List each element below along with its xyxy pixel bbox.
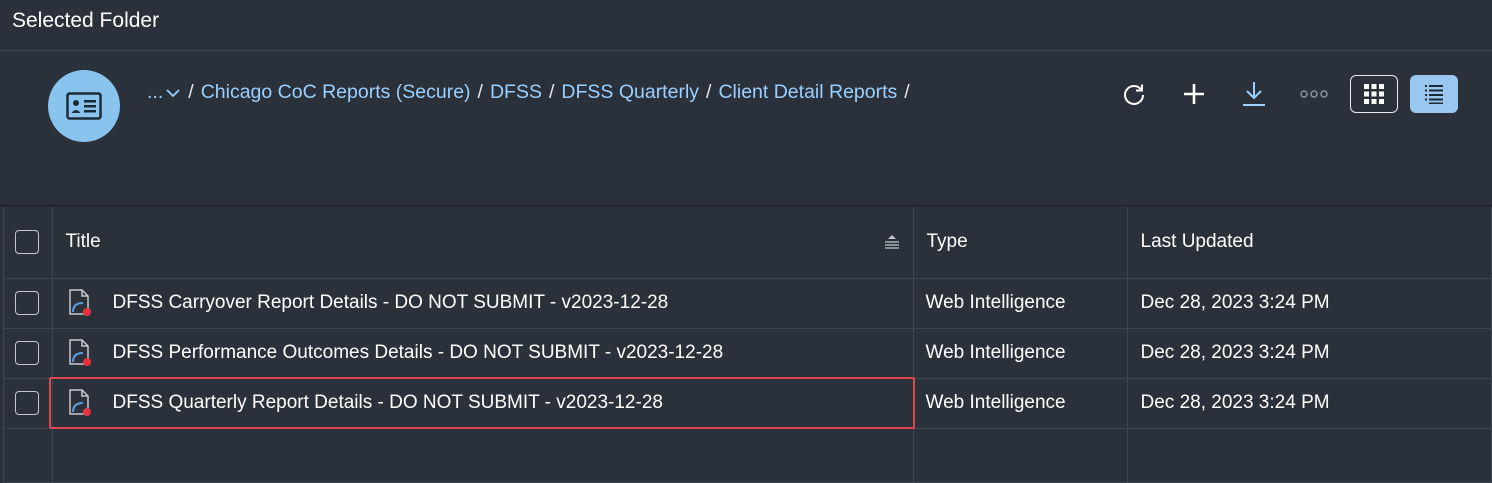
column-header-title[interactable]: Title: [52, 207, 914, 279]
document-link[interactable]: DFSS Performance Outcomes Details - DO N…: [113, 342, 724, 364]
download-button[interactable]: [1230, 75, 1278, 113]
row-checkbox-cell: [4, 278, 53, 329]
table-row[interactable]: DFSS Carryover Report Details - DO NOT S…: [4, 278, 1492, 329]
type-cell: Web Intelligence: [913, 328, 1128, 379]
empty-cell: [4, 428, 53, 483]
table-row[interactable]: DFSS Performance Outcomes Details - DO N…: [4, 328, 1492, 379]
list-view-button[interactable]: [1410, 75, 1458, 113]
empty-cell: [1127, 428, 1492, 483]
more-options-button[interactable]: [1290, 75, 1338, 113]
breadcrumb-separator: /: [477, 81, 483, 103]
breadcrumb-separator: /: [548, 81, 555, 103]
breadcrumb-item-client-detail-reports[interactable]: Client Detail Reports: [718, 81, 897, 104]
table-row[interactable]: DFSS Quarterly Report Details - DO NOT S…: [4, 378, 1492, 429]
empty-row: [4, 428, 1492, 483]
add-button[interactable]: [1170, 75, 1218, 113]
toolbar: [1098, 75, 1458, 113]
last-updated-cell: Dec 28, 2023 3:24 PM: [1127, 328, 1492, 379]
title-cell: DFSS Carryover Report Details - DO NOT S…: [52, 278, 914, 329]
breadcrumb-overflow-button[interactable]: ...: [147, 81, 181, 104]
table-header-row: Title Type Last Updated: [4, 207, 1492, 279]
breadcrumb: ... / Chicago CoC Reports (Secure) / DFS…: [147, 81, 917, 104]
select-all-cell: [4, 207, 53, 279]
list-view-icon: [1425, 85, 1443, 104]
web-intelligence-document-icon: [68, 339, 91, 366]
breadcrumb-overflow-label: ...: [147, 81, 164, 103]
row-checkbox[interactable]: [15, 341, 39, 365]
select-all-checkbox[interactable]: [15, 230, 39, 255]
title-cell: DFSS Quarterly Report Details - DO NOT S…: [52, 378, 914, 429]
more-options-icon: [1300, 90, 1328, 98]
folder-card-icon: [48, 70, 120, 142]
refresh-button[interactable]: [1110, 75, 1158, 113]
documents-table: Title Type Last Updated DFSS Carryover R…: [3, 207, 1492, 483]
row-checkbox[interactable]: [15, 391, 39, 415]
document-link[interactable]: DFSS Carryover Report Details - DO NOT S…: [113, 292, 669, 314]
document-link[interactable]: DFSS Quarterly Report Details - DO NOT S…: [113, 392, 663, 414]
breadcrumb-separator: /: [904, 81, 910, 103]
window-title: Selected Folder: [0, 0, 1492, 51]
type-cell: Web Intelligence: [913, 378, 1128, 429]
download-icon: [1243, 82, 1265, 106]
sort-icon[interactable]: [883, 233, 901, 249]
breadcrumb-separator: /: [706, 81, 712, 103]
last-updated-cell: Dec 28, 2023 3:24 PM: [1127, 278, 1492, 329]
breadcrumb-separator: /: [188, 81, 194, 103]
plus-icon: [1184, 84, 1204, 104]
column-header-last-updated[interactable]: Last Updated: [1127, 207, 1492, 279]
column-header-type[interactable]: Type: [913, 207, 1128, 279]
folder-header: ... / Chicago CoC Reports (Secure) / DFS…: [0, 51, 1492, 206]
last-updated-cell: Dec 28, 2023 3:24 PM: [1127, 378, 1492, 429]
breadcrumb-item-dfss-quarterly[interactable]: DFSS Quarterly: [561, 81, 699, 104]
row-checkbox[interactable]: [15, 291, 39, 315]
web-intelligence-document-icon: [68, 389, 91, 416]
title-cell: DFSS Performance Outcomes Details - DO N…: [52, 328, 914, 379]
column-header-title-label: Title: [65, 231, 101, 253]
grid-view-icon: [1364, 84, 1384, 104]
grid-view-button[interactable]: [1350, 75, 1398, 113]
row-checkbox-cell: [4, 328, 53, 379]
empty-cell: [913, 428, 1128, 483]
breadcrumb-item-dfss[interactable]: DFSS: [490, 81, 542, 104]
empty-cell: [52, 428, 914, 483]
type-cell: Web Intelligence: [913, 278, 1128, 329]
chevron-down-icon: [166, 88, 180, 97]
web-intelligence-document-icon: [68, 289, 91, 316]
row-checkbox-cell: [4, 378, 53, 429]
breadcrumb-item-chicago-coc-reports[interactable]: Chicago CoC Reports (Secure): [201, 81, 471, 104]
refresh-icon: [1124, 84, 1144, 105]
